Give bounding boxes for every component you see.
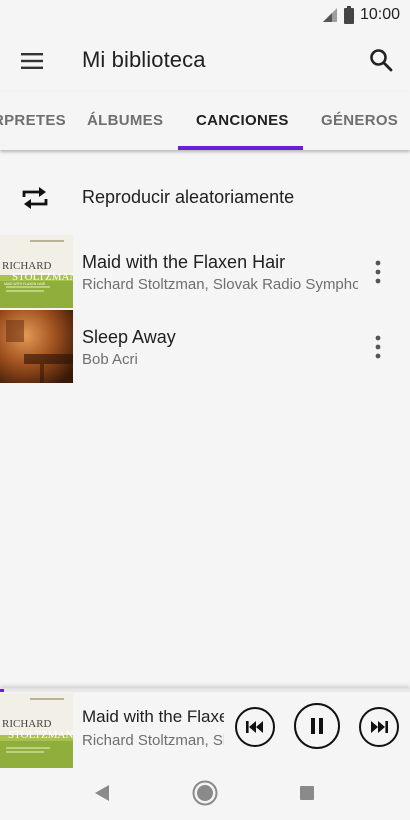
battery-icon xyxy=(343,6,354,24)
album-art-image: RICHARD STOLTZMAN MAID WITH FLAXEN HAIR xyxy=(0,235,73,308)
song-title: Maid with the Flaxen Hair xyxy=(82,252,286,272)
more-options-icon[interactable] xyxy=(368,334,388,360)
page-title: Mi biblioteca xyxy=(82,47,206,72)
signal-icon xyxy=(322,8,337,22)
tab-interpretes[interactable]: RPRETES xyxy=(0,112,66,129)
tab-albumes[interactable]: ÁLBUMES xyxy=(87,112,163,129)
pause-button[interactable] xyxy=(294,703,340,749)
skip-next-icon xyxy=(371,721,388,733)
album-art-text-3: MAID WITH FLAXEN HAIR xyxy=(4,282,46,286)
player-album-art-image: RICHARD STOLTZMAN xyxy=(0,693,73,769)
previous-button[interactable] xyxy=(235,707,275,747)
player-song-artist: Richard Stoltzman, Slovak Radio Symphony… xyxy=(82,732,224,749)
skip-previous-icon xyxy=(246,721,263,733)
song-row[interactable]: Sleep Away Bob Acri xyxy=(0,310,410,384)
tab-generos[interactable]: GÉNEROS xyxy=(321,112,398,129)
album-art-image xyxy=(0,310,73,383)
app-bar: Mi biblioteca xyxy=(0,30,410,92)
shuffle-icon xyxy=(22,187,48,209)
status-time: 10:00 xyxy=(359,6,400,23)
more-options-icon[interactable] xyxy=(368,259,388,285)
tab-canciones[interactable]: CANCIONES xyxy=(196,112,289,129)
song-artist: Bob Acri xyxy=(82,351,138,368)
song-artist: Richard Stoltzman, Slovak Radio Symphony… xyxy=(82,276,358,293)
playback-progress-track xyxy=(0,689,410,692)
tab-bar: RPRETES ÁLBUMES CANCIONES GÉNEROS xyxy=(0,92,410,150)
active-tab-indicator xyxy=(178,146,303,150)
next-button[interactable] xyxy=(359,707,399,747)
player-song-title: Maid with the Flaxen Hair xyxy=(82,707,224,726)
song-title: Sleep Away xyxy=(82,327,176,347)
back-icon[interactable] xyxy=(94,784,110,802)
song-row[interactable]: RICHARD STOLTZMAN MAID WITH FLAXEN HAIR … xyxy=(0,235,410,309)
mini-player[interactable]: RICHARD STOLTZMAN Maid with the Flaxen H… xyxy=(0,688,410,769)
shuffle-all-button[interactable]: Reproducir aleatoriamente xyxy=(0,175,410,221)
player-art-text-2: STOLTZMAN xyxy=(8,729,73,741)
album-art xyxy=(0,310,73,383)
status-bar: 10:00 xyxy=(0,0,410,30)
recents-icon[interactable] xyxy=(300,786,314,800)
status-icons: 10:00 xyxy=(322,6,400,24)
search-icon[interactable] xyxy=(368,47,394,73)
player-album-art: RICHARD STOLTZMAN xyxy=(0,693,73,769)
home-icon[interactable] xyxy=(192,780,218,806)
album-art: RICHARD STOLTZMAN MAID WITH FLAXEN HAIR xyxy=(0,235,73,308)
song-list: Reproducir aleatoriamente RICHARD STOLTZ… xyxy=(0,150,410,688)
shuffle-label: Reproducir aleatoriamente xyxy=(82,187,295,207)
system-nav-bar xyxy=(0,768,410,820)
menu-icon[interactable] xyxy=(20,49,44,73)
pause-icon xyxy=(311,718,323,734)
playback-progress-fill xyxy=(0,689,5,692)
